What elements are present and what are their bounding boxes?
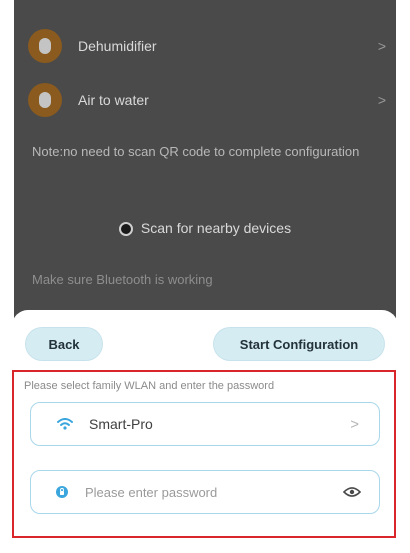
bluetooth-note: Make sure Bluetooth is working — [32, 272, 213, 287]
device-label: Air to water — [78, 92, 149, 108]
device-label: Dehumidifier — [78, 38, 157, 54]
background-overlay: Dehumidifier > Air to water > Note:no ne… — [14, 0, 396, 330]
scan-nearby-button[interactable]: Scan for nearby devices — [14, 220, 396, 236]
chevron-right-icon: > — [350, 415, 359, 433]
wifi-icon — [57, 418, 73, 430]
wifi-select-field[interactable]: Smart-Pro > — [30, 402, 380, 446]
eye-icon[interactable] — [343, 486, 361, 498]
scan-label: Scan for nearby devices — [140, 220, 292, 236]
dehumidifier-icon — [28, 29, 62, 63]
wlan-section-highlight: Please select family WLAN and enter the … — [12, 370, 396, 538]
chevron-right-icon: > — [377, 38, 386, 54]
password-input[interactable] — [83, 483, 307, 501]
scan-icon — [118, 222, 133, 236]
wlan-hint: Please select family WLAN and enter the … — [24, 380, 275, 392]
qr-note: Note:no need to scan QR code to complete… — [32, 144, 360, 159]
wifi-ssid: Smart-Pro — [89, 416, 153, 432]
chevron-right-icon: > — [377, 92, 386, 108]
device-item-air-to-water[interactable]: Air to water > — [14, 78, 396, 122]
start-configuration-button[interactable]: Start Configuration — [214, 328, 384, 360]
lock-icon — [56, 486, 68, 498]
air-to-water-icon — [28, 83, 62, 117]
config-bottom-sheet: Back Start Configuration Please select f… — [12, 310, 398, 553]
device-item-dehumidifier[interactable]: Dehumidifier > — [14, 24, 396, 68]
back-button[interactable]: Back — [26, 328, 102, 360]
password-field[interactable] — [30, 470, 380, 514]
screen: Dehumidifier > Air to water > Note:no ne… — [0, 0, 410, 553]
